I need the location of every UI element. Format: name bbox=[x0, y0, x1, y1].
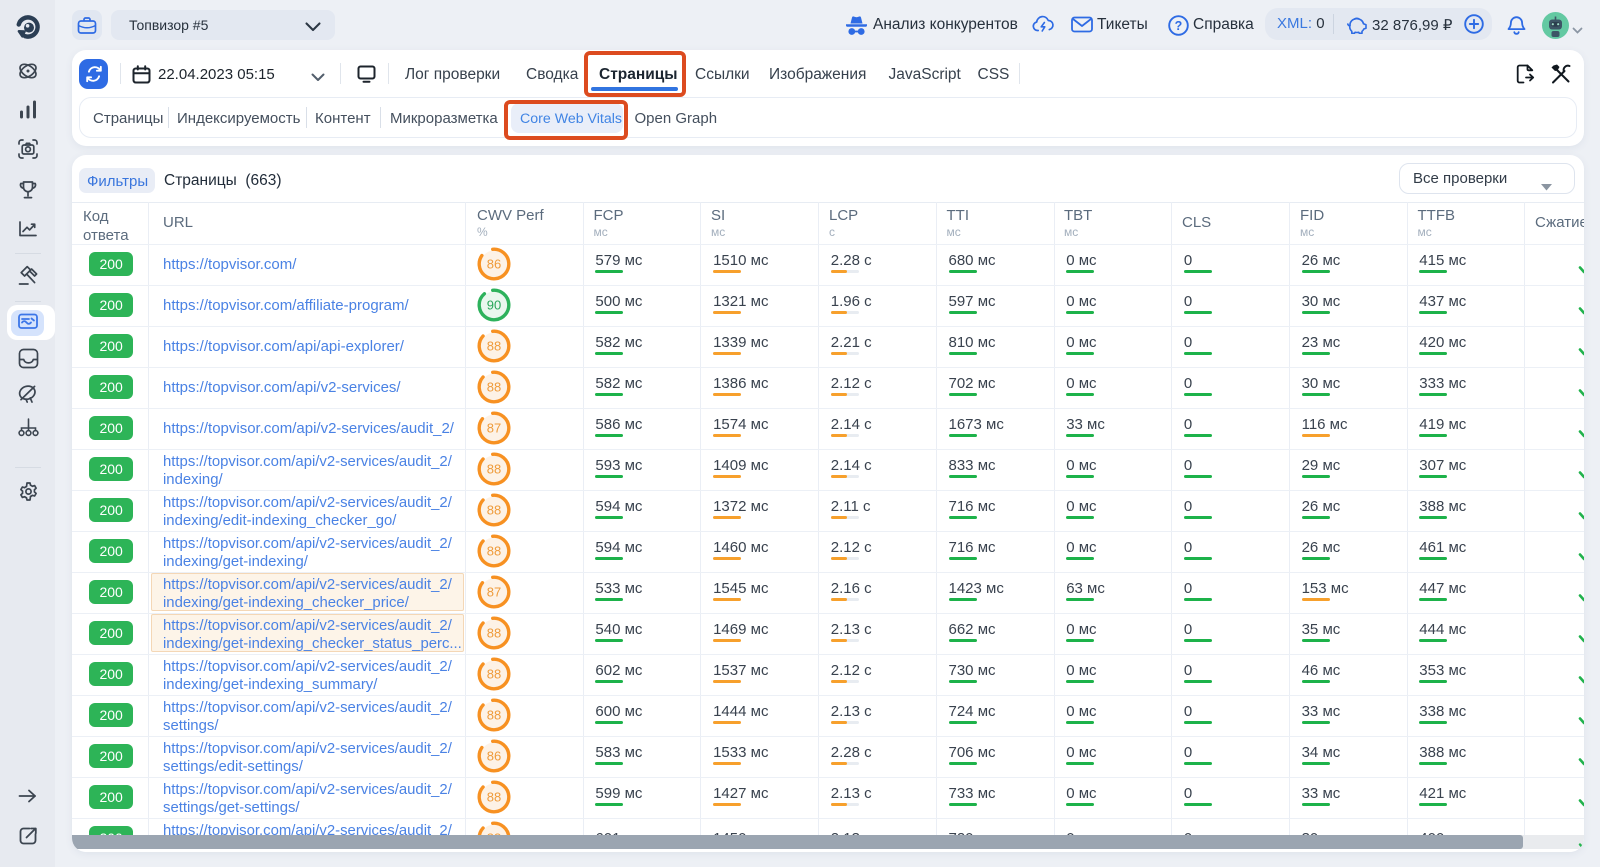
svg-text:88: 88 bbox=[487, 667, 501, 682]
svg-text:90: 90 bbox=[487, 298, 501, 313]
svg-text:88: 88 bbox=[487, 503, 501, 518]
svg-text:88: 88 bbox=[487, 708, 501, 723]
svg-text:?: ? bbox=[1175, 19, 1183, 33]
svg-text:88: 88 bbox=[487, 790, 501, 805]
svg-text:88: 88 bbox=[487, 462, 501, 477]
svg-text:87: 87 bbox=[487, 421, 501, 436]
svg-text:86: 86 bbox=[487, 749, 501, 764]
svg-text:86: 86 bbox=[487, 257, 501, 272]
svg-text:88: 88 bbox=[487, 380, 501, 395]
svg-text:88: 88 bbox=[487, 626, 501, 641]
svg-text:87: 87 bbox=[487, 585, 501, 600]
svg-text:88: 88 bbox=[487, 339, 501, 354]
svg-text:88: 88 bbox=[487, 544, 501, 559]
